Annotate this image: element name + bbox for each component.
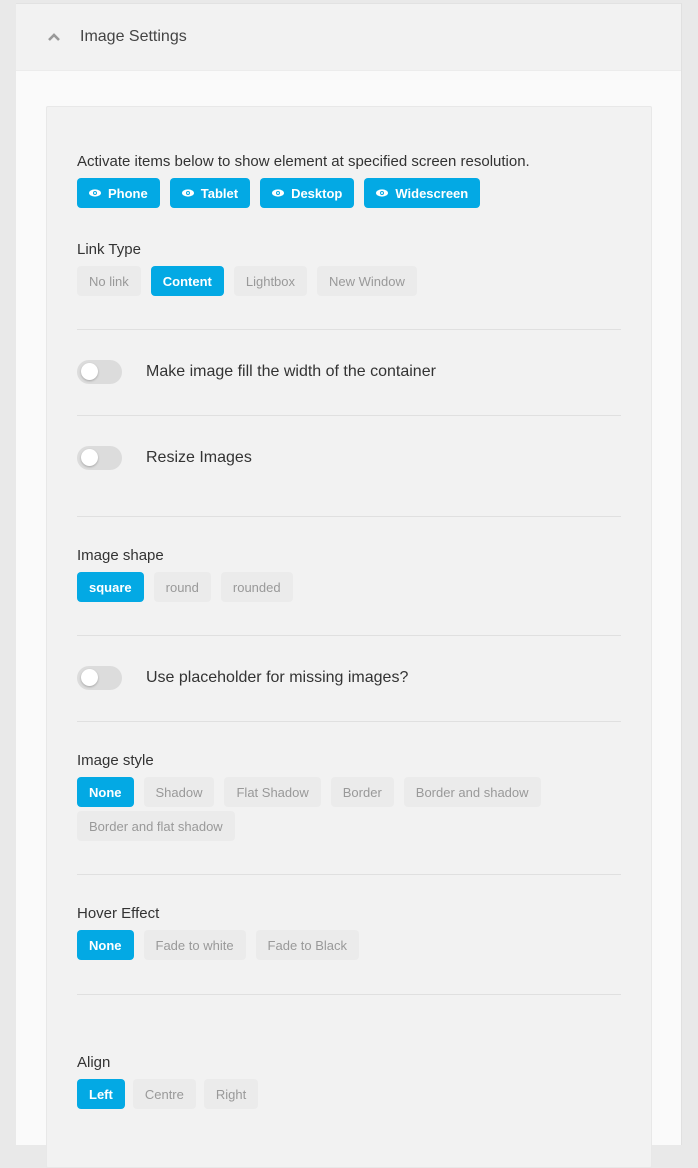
image-shape-round[interactable]: round xyxy=(153,572,211,602)
panel-title: Image Settings xyxy=(80,28,187,45)
divider xyxy=(77,516,621,517)
hover-effect-label: Hover Effect xyxy=(77,905,160,922)
eye-icon xyxy=(272,189,285,197)
link-type-new-window[interactable]: New Window xyxy=(317,266,417,296)
align-label: Align xyxy=(77,1054,111,1071)
link-type-content[interactable]: Content xyxy=(150,266,224,296)
eye-icon xyxy=(89,189,101,197)
scrollbar[interactable] xyxy=(682,0,698,1144)
placeholder-toggle[interactable] xyxy=(77,666,122,690)
visibility-phone-label: Phone xyxy=(108,185,148,201)
eye-icon xyxy=(181,189,194,197)
link-type-options: No link Content Lightbox New Window xyxy=(77,266,621,296)
divider xyxy=(77,415,621,416)
toggle-knob xyxy=(81,363,98,380)
image-shape-options: square round rounded xyxy=(77,572,621,602)
align-right[interactable]: Right xyxy=(203,1079,259,1109)
divider xyxy=(77,329,621,330)
image-shape-square[interactable]: square xyxy=(77,572,144,602)
fill-width-row: Make image fill the width of the contain… xyxy=(77,360,621,384)
align-centre[interactable]: Centre xyxy=(132,1079,196,1109)
divider xyxy=(77,874,621,875)
divider xyxy=(77,635,621,636)
image-style-shadow[interactable]: Shadow xyxy=(143,777,215,807)
link-type-no-link[interactable]: No link xyxy=(77,266,141,296)
visibility-widescreen-button[interactable]: Widescreen xyxy=(364,178,481,208)
settings-body: Activate items below to show element at … xyxy=(46,106,652,1168)
visibility-description: Activate items below to show element at … xyxy=(77,153,530,170)
hover-effect-none[interactable]: None xyxy=(77,930,134,960)
visibility-tablet-button[interactable]: Tablet xyxy=(169,178,251,208)
image-style-label: Image style xyxy=(77,752,154,769)
resize-images-row: Resize Images xyxy=(77,446,621,470)
resize-images-label: Resize Images xyxy=(146,449,252,466)
toggle-knob xyxy=(81,669,98,686)
image-style-border[interactable]: Border xyxy=(330,777,394,807)
hover-effect-fade-to-black[interactable]: Fade to Black xyxy=(255,930,360,960)
visibility-desktop-button[interactable]: Desktop xyxy=(260,178,355,208)
placeholder-row: Use placeholder for missing images? xyxy=(77,666,621,690)
hover-effect-fade-to-white[interactable]: Fade to white xyxy=(143,930,246,960)
fill-width-label: Make image fill the width of the contain… xyxy=(146,363,436,380)
divider xyxy=(77,721,621,722)
panel-header[interactable]: Image Settings xyxy=(16,4,681,71)
align-options: Left Centre Right xyxy=(77,1079,621,1109)
eye-icon xyxy=(376,189,389,197)
image-style-flat-shadow[interactable]: Flat Shadow xyxy=(224,777,321,807)
visibility-buttons: Phone Tablet Desktop Widescreen xyxy=(77,178,621,208)
image-style-none[interactable]: None xyxy=(77,777,134,807)
chevron-up-icon[interactable] xyxy=(46,29,62,45)
image-style-border-and-shadow[interactable]: Border and shadow xyxy=(403,777,541,807)
visibility-widescreen-label: Widescreen xyxy=(395,185,469,201)
divider xyxy=(77,994,621,995)
fill-width-toggle[interactable] xyxy=(77,360,122,384)
image-style-border-and-flat-shadow[interactable]: Border and flat shadow xyxy=(77,811,235,841)
visibility-desktop-label: Desktop xyxy=(291,185,343,201)
image-settings-panel: Image Settings Activate items below to s… xyxy=(16,3,682,1168)
toggle-knob xyxy=(81,449,98,466)
link-type-lightbox[interactable]: Lightbox xyxy=(233,266,308,296)
hover-effect-options: None Fade to white Fade to Black xyxy=(77,930,621,960)
image-shape-rounded[interactable]: rounded xyxy=(220,572,293,602)
placeholder-label: Use placeholder for missing images? xyxy=(146,669,409,686)
image-shape-label: Image shape xyxy=(77,547,164,564)
visibility-tablet-label: Tablet xyxy=(200,185,239,201)
align-left[interactable]: Left xyxy=(77,1079,125,1109)
resize-images-toggle[interactable] xyxy=(77,446,122,470)
image-style-options: None Shadow Flat Shadow Border Border an… xyxy=(77,777,621,841)
visibility-phone-button[interactable]: Phone xyxy=(77,178,160,208)
link-type-label: Link Type xyxy=(77,241,141,258)
